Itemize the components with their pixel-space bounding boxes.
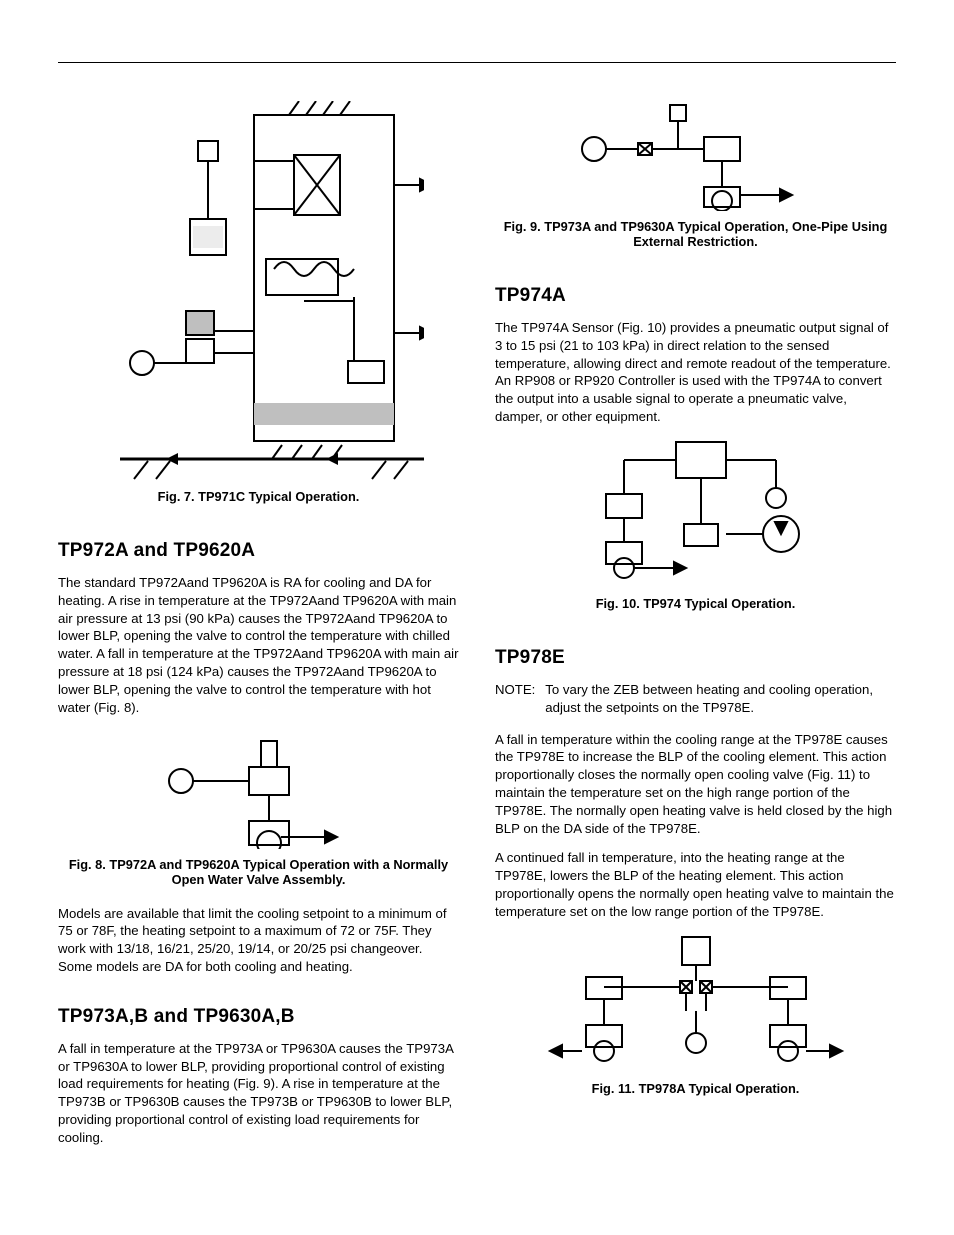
diagram-fig7-icon bbox=[94, 101, 424, 481]
diagram-fig11-icon bbox=[546, 933, 846, 1073]
note-label: NOTE: bbox=[495, 681, 535, 717]
two-column-layout: Fig. 7. TP971C Typical Operation. TP972A… bbox=[58, 101, 896, 1159]
diagram-fig8-icon bbox=[149, 729, 369, 849]
diagram-fig9-icon bbox=[566, 101, 826, 211]
tp973ab-heading: TP973A,B and TP9630A,B bbox=[58, 1006, 459, 1028]
figure-7-caption: Fig. 7. TP971C Typical Operation. bbox=[158, 489, 360, 504]
tp978e-heading: TP978E bbox=[495, 647, 896, 669]
left-column: Fig. 7. TP971C Typical Operation. TP972A… bbox=[58, 101, 459, 1159]
tp972a-paragraph-1: The standard TP972Aand TP9620A is RA for… bbox=[58, 574, 459, 717]
figure-10-caption: Fig. 10. TP974 Typical Operation. bbox=[596, 596, 796, 611]
tp978e-note: NOTE: To vary the ZEB between heating an… bbox=[495, 681, 896, 717]
tp972a-heading: TP972A and TP9620A bbox=[58, 540, 459, 562]
tp978e-paragraph-2: A continued fall in temperature, into th… bbox=[495, 849, 896, 920]
tp974a-heading: TP974A bbox=[495, 285, 896, 307]
tp973ab-paragraph: A fall in temperature at the TP973A or T… bbox=[58, 1040, 459, 1147]
figure-11: Fig. 11. TP978A Typical Operation. bbox=[495, 933, 896, 1114]
figure-9: Fig. 9. TP973A and TP9630A Typical Opera… bbox=[495, 101, 896, 267]
right-column: Fig. 9. TP973A and TP9630A Typical Opera… bbox=[495, 101, 896, 1159]
figure-11-caption: Fig. 11. TP978A Typical Operation. bbox=[592, 1081, 800, 1096]
tp974a-paragraph: The TP974A Sensor (Fig. 10) provides a p… bbox=[495, 319, 896, 426]
top-rule bbox=[58, 62, 896, 63]
figure-8-caption: Fig. 8. TP972A and TP9620A Typical Opera… bbox=[58, 857, 459, 887]
tp978e-paragraph-1: A fall in temperature within the cooling… bbox=[495, 731, 896, 838]
figure-8: Fig. 8. TP972A and TP9620A Typical Opera… bbox=[58, 729, 459, 905]
figure-7: Fig. 7. TP971C Typical Operation. bbox=[58, 101, 459, 522]
note-text: To vary the ZEB between heating and cool… bbox=[545, 681, 896, 717]
diagram-fig10-icon bbox=[566, 438, 826, 588]
figure-10: Fig. 10. TP974 Typical Operation. bbox=[495, 438, 896, 629]
page: Fig. 7. TP971C Typical Operation. TP972A… bbox=[0, 0, 954, 1235]
tp972a-paragraph-2: Models are available that limit the cool… bbox=[58, 905, 459, 976]
figure-9-caption: Fig. 9. TP973A and TP9630A Typical Opera… bbox=[495, 219, 896, 249]
